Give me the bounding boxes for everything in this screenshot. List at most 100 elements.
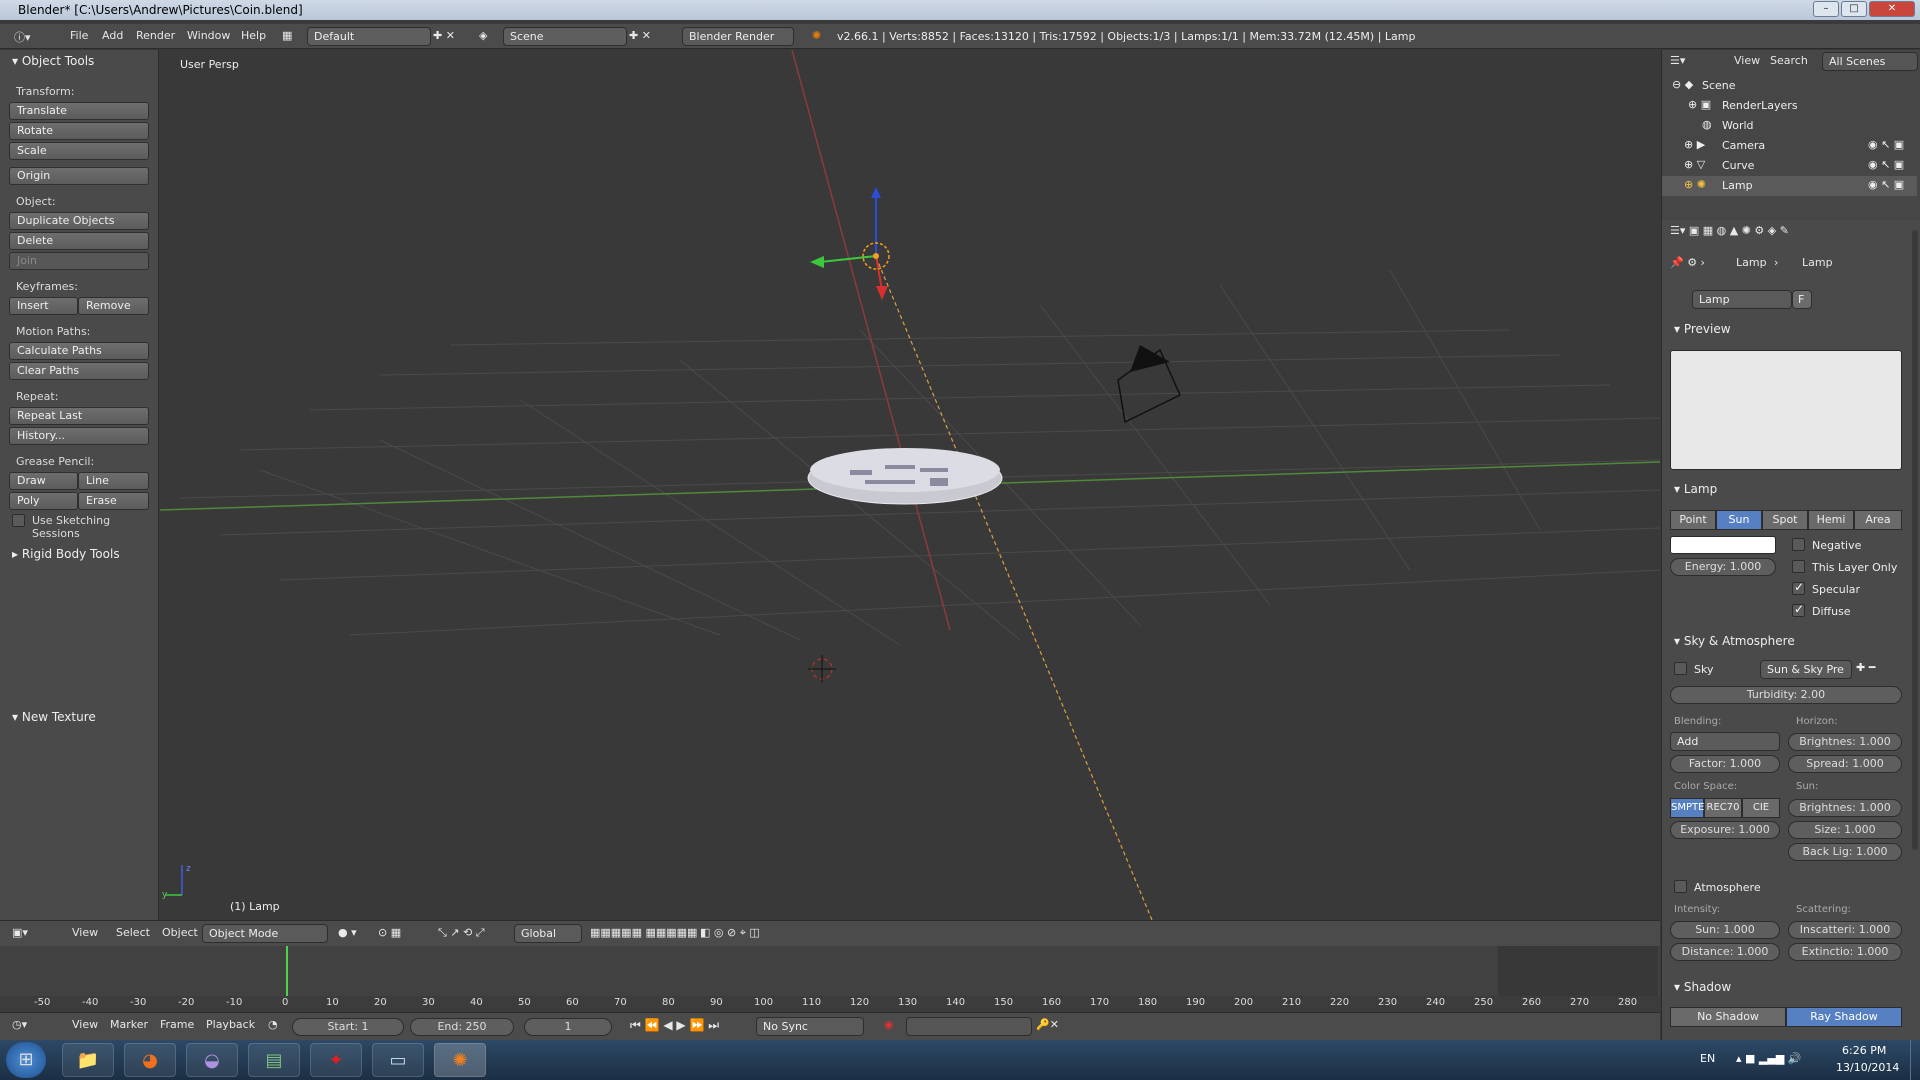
acrobat-taskbar-icon[interactable]: ✦ <box>310 1043 362 1077</box>
new-texture-header[interactable]: ▾ New Texture <box>12 710 96 724</box>
gizmo-x-arrow[interactable] <box>875 255 883 291</box>
scale-button[interactable]: Scale <box>9 142 149 160</box>
join-button[interactable]: Join <box>9 252 149 270</box>
lamp-color-swatch[interactable] <box>1670 536 1776 554</box>
close-button[interactable]: ✕ <box>1869 1 1915 17</box>
datablock-field[interactable]: Lamp <box>1692 290 1792 309</box>
remove-keyframe-button[interactable]: Remove <box>78 297 149 315</box>
view3d-editor-icon[interactable]: ▣▾ <box>12 926 28 939</box>
sun-size-slider[interactable]: Size: 1.000 <box>1788 821 1902 839</box>
no-shadow-button[interactable]: No Shadow <box>1670 1007 1786 1027</box>
explorer-taskbar-icon[interactable]: 📁 <box>62 1043 114 1077</box>
poly-button[interactable]: Poly <box>9 492 78 510</box>
extinction-slider[interactable]: Extinctio: 1.000 <box>1788 943 1902 961</box>
layout-field[interactable]: Default <box>307 27 431 46</box>
breadcrumb-data[interactable]: Lamp <box>1802 256 1833 269</box>
distance-slider[interactable]: Distance: 1.000 <box>1670 943 1780 961</box>
current-frame-marker[interactable] <box>286 946 288 996</box>
colorspace-rec709[interactable]: REC70 <box>1704 798 1742 818</box>
outliner-row-scene[interactable]: ⊖ ◆ Scene <box>1662 76 1917 96</box>
outliner-row-camera[interactable]: ⊕ ▶ Camera ◉ ↖ ▣ <box>1662 136 1917 156</box>
outliner-filter-dropdown[interactable]: All Scenes <box>1822 52 1918 71</box>
menu-select[interactable]: Select <box>116 926 150 939</box>
orientation-dropdown[interactable]: Global <box>514 924 582 943</box>
lamp-type-sun[interactable]: Sun <box>1716 510 1762 530</box>
breadcrumb-object[interactable]: Lamp <box>1736 256 1767 269</box>
menu-help[interactable]: Help <box>241 29 266 42</box>
current-frame-field[interactable]: 1 <box>524 1018 612 1036</box>
start-frame-field[interactable]: Start: 1 <box>292 1018 404 1036</box>
clock-date[interactable]: 13/10/2014 <box>1836 1061 1899 1074</box>
app-taskbar-icon[interactable]: ▤ <box>248 1043 300 1077</box>
lamp-type-hemi[interactable]: Hemi <box>1808 510 1854 530</box>
colorspace-cie[interactable]: CIE <box>1742 798 1780 818</box>
object-tools-header[interactable]: ▾ Object Tools <box>12 54 94 68</box>
end-frame-field[interactable]: End: 250 <box>410 1018 514 1036</box>
sketching-checkbox[interactable] <box>12 514 25 527</box>
clear-paths-button[interactable]: Clear Paths <box>9 362 149 380</box>
scene-icon[interactable]: ◈ <box>479 29 487 42</box>
pin-icon[interactable]: 📌 ⚙ › <box>1670 256 1705 269</box>
sky-preset-dropdown[interactable]: Sun & Sky Pre <box>1760 660 1852 679</box>
preview-header[interactable]: ▾ Preview <box>1674 322 1731 336</box>
blending-dropdown[interactable]: Add <box>1670 732 1780 751</box>
start-button[interactable]: ⊞ <box>6 1042 46 1078</box>
clock-time[interactable]: 6:26 PM <box>1842 1044 1886 1057</box>
menu-window[interactable]: Window <box>187 29 230 42</box>
layout-icon[interactable]: ▦ <box>282 29 292 42</box>
outliner-row-world[interactable]: ◍ World <box>1662 116 1917 136</box>
outliner-row-curve[interactable]: ⊕ ▽ Curve ◉ ↖ ▣ <box>1662 156 1917 176</box>
history-button[interactable]: History... <box>9 427 149 445</box>
lamp-section-header[interactable]: ▾ Lamp <box>1674 482 1717 496</box>
playback-controls-icon[interactable]: ⏮ ⏪ ◀ ▶ ⏩ ⏭ <box>630 1018 719 1033</box>
translate-button[interactable]: Translate <box>9 102 149 120</box>
repeat-last-button[interactable]: Repeat Last <box>9 407 149 425</box>
timeline-area[interactable]: -50 -40 -30 -20 -10 0 10 20 30 40 50 60 … <box>0 946 1660 1012</box>
erase-button[interactable]: Erase <box>78 492 149 510</box>
props-scrollbar[interactable] <box>1912 230 1918 850</box>
ray-shadow-button[interactable]: Ray Shadow <box>1786 1007 1902 1027</box>
add-scene-icon[interactable]: ✚ ✕ <box>629 29 651 42</box>
rigid-body-header[interactable]: ▸ Rigid Body Tools <box>12 547 120 561</box>
outliner-search[interactable]: Search <box>1770 54 1808 67</box>
lamp-type-point[interactable]: Point <box>1670 510 1716 530</box>
insert-keyframe-button[interactable]: Insert <box>9 297 78 315</box>
menu-add[interactable]: Add <box>102 29 123 42</box>
exposure-slider[interactable]: Exposure: 1.000 <box>1670 821 1780 839</box>
3d-viewport[interactable]: User Persp z y (1) Lamp <box>160 50 1660 920</box>
render-engine-dropdown[interactable]: Blender Render <box>682 27 794 46</box>
specular-checkbox[interactable] <box>1792 580 1805 595</box>
timeline-menu-frame[interactable]: Frame <box>160 1018 194 1031</box>
sync-dropdown[interactable]: No Sync <box>756 1017 864 1036</box>
firefox-taskbar-icon[interactable]: ◕ <box>124 1043 176 1077</box>
tray-icons[interactable]: ▴ ■ ▂▄▆ 🔊 <box>1736 1052 1801 1065</box>
rotate-button[interactable]: Rotate <box>9 122 149 140</box>
line-button[interactable]: Line <box>78 472 149 490</box>
mode-dropdown[interactable]: Object Mode <box>202 924 328 943</box>
inscattering-slider[interactable]: Inscatteri: 1.000 <box>1788 921 1902 939</box>
blender-taskbar-icon[interactable]: ✺ <box>434 1043 486 1077</box>
snap-icon[interactable]: ◧ ◎ ⊘ ⌖ ◫ <box>700 926 760 940</box>
eclipse-taskbar-icon[interactable]: ◒ <box>186 1043 238 1077</box>
delete-button[interactable]: Delete <box>9 232 149 250</box>
editor-type-icon[interactable]: ⓘ▾ <box>14 29 31 45</box>
origin-button[interactable]: Origin <box>9 167 149 185</box>
layer-only-checkbox[interactable] <box>1792 560 1805 573</box>
atmosphere-checkbox[interactable] <box>1674 880 1687 893</box>
outliner-editor-icon[interactable]: ☰▾ <box>1670 54 1685 67</box>
timeline-menu-marker[interactable]: Marker <box>110 1018 148 1031</box>
sky-checkbox[interactable] <box>1674 662 1687 675</box>
calculate-paths-button[interactable]: Calculate Paths <box>9 342 149 360</box>
lamp-type-area[interactable]: Area <box>1854 510 1902 530</box>
shading-icon[interactable]: ● ▾ <box>338 926 357 939</box>
turbidity-slider[interactable]: Turbidity: 2.00 <box>1670 686 1902 704</box>
preview-range-icon[interactable]: ◔ <box>268 1018 278 1031</box>
sky-section-header[interactable]: ▾ Sky & Atmosphere <box>1674 634 1795 648</box>
outliner-view[interactable]: View <box>1734 54 1760 67</box>
language-indicator[interactable]: EN <box>1700 1052 1715 1065</box>
shadow-section-header[interactable]: ▾ Shadow <box>1674 980 1731 994</box>
factor-slider[interactable]: Factor: 1.000 <box>1670 755 1780 773</box>
layers-icon[interactable]: ▦▦▦▦▦ ▦▦▦▦▦ <box>590 926 697 939</box>
pivot-icon[interactable]: ⊙ ▦ <box>378 926 401 939</box>
keying-set-field[interactable] <box>906 1017 1032 1036</box>
